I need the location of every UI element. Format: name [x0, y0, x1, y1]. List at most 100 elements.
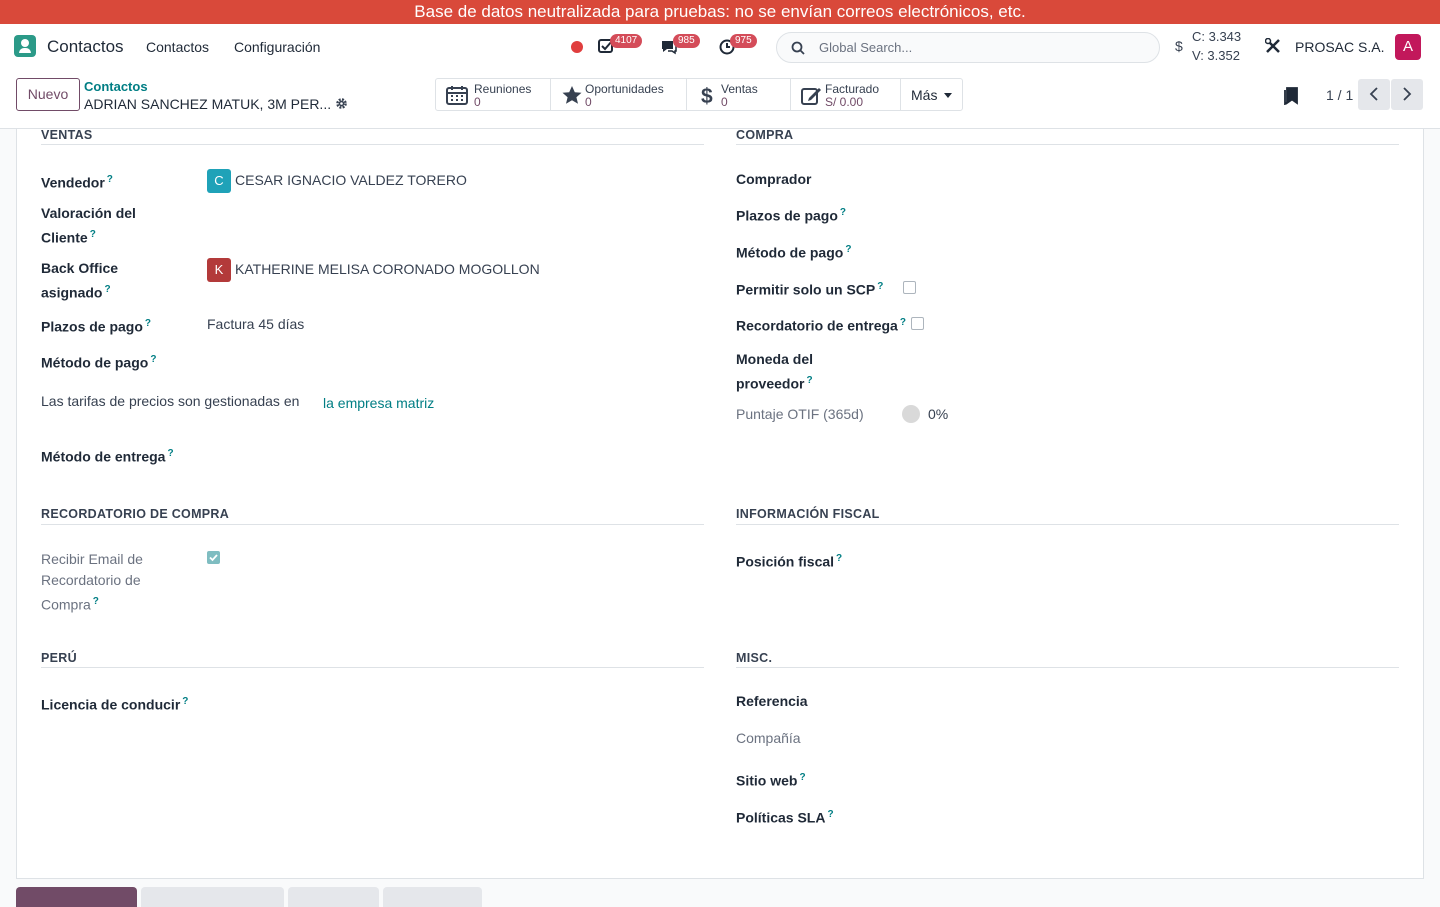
breadcrumb[interactable]: Contactos — [84, 79, 148, 94]
help-icon[interactable]: ? — [93, 596, 99, 607]
top-navbar: Contactos Contactos Configuración 4107 9… — [0, 24, 1440, 70]
help-icon[interactable]: ? — [799, 772, 805, 783]
chevron-left-icon — [1369, 87, 1378, 101]
help-icon[interactable]: ? — [90, 229, 96, 240]
pager-previous-button[interactable] — [1358, 79, 1390, 110]
chatter-tab-whatsapp[interactable] — [288, 887, 379, 907]
checkmark-icon — [209, 554, 218, 562]
app-name[interactable]: Contactos — [47, 37, 124, 57]
chatter-tab-log-note[interactable] — [141, 887, 284, 907]
chatter-tab-activities[interactable] — [383, 887, 482, 907]
user-avatar[interactable]: A — [1395, 34, 1421, 60]
stat-oportunidades-value: 0 — [585, 95, 592, 109]
label-compania: Compañía — [736, 730, 801, 746]
help-icon[interactable]: ? — [877, 281, 883, 292]
help-icon[interactable]: ? — [806, 375, 812, 386]
label-sitio-web: Sitio web? — [736, 772, 806, 789]
section-title-compra: COMPRA — [736, 128, 794, 142]
control-panel: Nuevo Contactos ADRIAN SANCHEZ MATUK, 3M… — [0, 70, 1440, 129]
gear-icon[interactable] — [335, 97, 348, 110]
section-divider — [41, 144, 704, 145]
messages-count-badge: 985 — [673, 34, 700, 48]
label-metodo-entrega: Método de entrega? — [41, 448, 174, 465]
vendedor-field[interactable]: CESAR IGNACIO VALDEZ TORERO — [235, 172, 467, 188]
label-plazos-pago-compra: Plazos de pago? — [736, 207, 847, 224]
activities-count-badge: 4107 — [610, 34, 643, 48]
section-divider — [736, 524, 1399, 525]
recordatorio-entrega-checkbox[interactable] — [911, 317, 924, 330]
section-divider — [736, 144, 1399, 145]
recording-indicator-icon[interactable] — [571, 41, 583, 53]
section-title-informacion-fiscal: INFORMACIÓN FISCAL — [736, 507, 880, 521]
label-back-office: Back Office asignado? — [41, 260, 119, 301]
more-dropdown[interactable]: Más — [901, 79, 962, 110]
tarifas-note: Las tarifas de precios son gestionadas e… — [41, 393, 300, 409]
search-input[interactable]: Global Search... — [819, 40, 912, 55]
otif-value: 0% — [928, 406, 949, 422]
caret-down-icon — [944, 93, 952, 98]
help-icon[interactable]: ? — [840, 207, 846, 218]
permitir-scp-checkbox[interactable] — [903, 281, 916, 294]
help-icon[interactable]: ? — [167, 448, 173, 459]
parent-company-link[interactable]: la empresa matriz — [323, 395, 434, 411]
label-recibir-email: Recibir Email de Recordatorio de Compra? — [41, 551, 143, 613]
help-icon[interactable]: ? — [845, 244, 851, 255]
section-divider — [41, 667, 704, 668]
invoice-edit-icon — [801, 88, 821, 105]
help-icon[interactable]: ? — [836, 553, 842, 564]
currency-icon: $ — [1175, 38, 1183, 54]
label-moneda-proveedor: Moneda del proveedor? — [736, 351, 814, 392]
label-comprador: Comprador — [736, 171, 812, 187]
help-icon[interactable]: ? — [150, 354, 156, 365]
bookmark-icon[interactable] — [1283, 87, 1299, 105]
stat-ventas-value: 0 — [721, 95, 728, 109]
stat-facturado-label: Facturado — [825, 82, 880, 96]
stat-reuniones[interactable]: Reuniones 0 — [436, 79, 551, 110]
stat-oportunidades[interactable]: Oportunidades 0 — [551, 79, 687, 110]
otif-indicator-icon — [902, 405, 920, 423]
label-otif: Puntaje OTIF (365d) — [736, 406, 864, 422]
stat-facturado-value: S/ 0.00 — [825, 95, 864, 109]
help-icon[interactable]: ? — [827, 809, 833, 820]
debug-tools-icon[interactable] — [1265, 38, 1281, 54]
new-button[interactable]: Nuevo — [16, 78, 80, 111]
stat-reuniones-value: 0 — [474, 95, 481, 109]
plazos-pago-venta-field[interactable]: Factura 45 días — [207, 316, 304, 332]
timer-count-badge: 975 — [730, 34, 757, 48]
label-plazos-pago-venta: Plazos de pago? — [41, 318, 152, 335]
section-divider — [736, 667, 1399, 668]
help-icon[interactable]: ? — [145, 318, 151, 329]
help-icon[interactable]: ? — [107, 174, 113, 185]
smart-buttons: Reuniones 0 Oportunidades 0 $ Ventas 0 F… — [435, 78, 963, 111]
stat-oportunidades-label: Oportunidades — [585, 82, 664, 96]
label-permitir-scp: Permitir solo un SCP? — [736, 281, 884, 298]
global-search[interactable]: Global Search... — [776, 32, 1160, 63]
section-title-misc: MISC. — [736, 651, 773, 665]
label-metodo-pago-venta: Método de pago? — [41, 354, 157, 371]
stat-ventas[interactable]: $ Ventas 0 — [687, 79, 791, 110]
help-icon[interactable]: ? — [900, 317, 906, 328]
back-office-field[interactable]: KATHERINE MELISA CORONADO MOGOLLON — [235, 261, 540, 277]
label-politicas-sla: Políticas SLA? — [736, 809, 834, 826]
label-referencia: Referencia — [736, 693, 808, 709]
company-switcher[interactable]: PROSAC S.A. — [1295, 39, 1384, 55]
section-title-peru: PERÚ — [41, 651, 77, 665]
pager-value[interactable]: 1 / 1 — [1326, 87, 1353, 103]
dollar-icon: $ — [701, 85, 713, 106]
pager-next-button[interactable] — [1391, 79, 1423, 110]
menu-contactos[interactable]: Contactos — [146, 39, 209, 55]
recibir-email-checkbox[interactable] — [207, 551, 220, 564]
stat-reuniones-label: Reuniones — [474, 82, 532, 96]
stat-facturado[interactable]: Facturado S/ 0.00 — [791, 79, 901, 110]
help-icon[interactable]: ? — [182, 696, 188, 707]
more-label: Más — [911, 87, 938, 103]
exchange-rate-buy: C: 3.343 — [1192, 29, 1242, 44]
back-office-avatar: K — [207, 258, 231, 282]
menu-configuracion[interactable]: Configuración — [234, 39, 320, 55]
section-title-recordatorio-compra: RECORDATORIO DE COMPRA — [41, 507, 230, 521]
contacts-app-icon[interactable] — [14, 35, 36, 57]
label-valoracion: Valoración del Cliente? — [41, 205, 136, 246]
help-icon[interactable]: ? — [104, 284, 110, 295]
chatter-tab-send-message[interactable] — [16, 887, 137, 907]
vendedor-avatar: C — [207, 169, 231, 193]
